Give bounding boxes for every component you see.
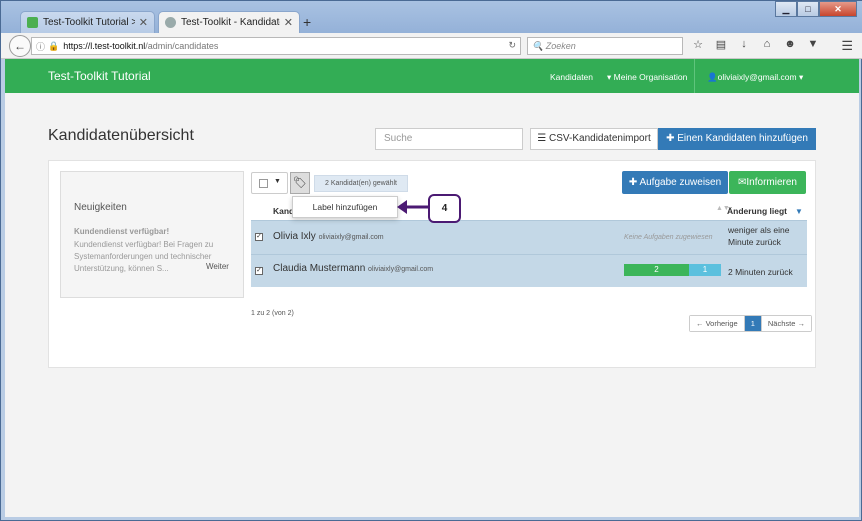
candidates-panel: Neuigkeiten Kundendienst verfügbar! Kund… bbox=[48, 160, 816, 368]
assign-label: Aufgabe zuweisen bbox=[639, 177, 722, 188]
close-icon[interactable]: ✕ bbox=[139, 16, 148, 29]
csv-label: CSV-Kandidatenimport bbox=[549, 133, 651, 144]
close-icon[interactable]: ✕ bbox=[284, 16, 293, 29]
candidate-name[interactable]: Claudia Mustermann oliviaixly@gmail.com bbox=[273, 263, 433, 274]
tab-label: Test-Toolkit - Kandidatenü… bbox=[181, 17, 280, 28]
selection-count: 2 Kandidat(en) gewählt bbox=[314, 175, 408, 192]
sort-desc-icon[interactable]: ▼ bbox=[795, 207, 803, 216]
news-title: Neuigkeiten bbox=[74, 202, 127, 213]
url-bar[interactable]: ⓘ 🔒 https://l.test-toolkit.nl/admin/cand… bbox=[31, 37, 521, 55]
row-checkbox[interactable]: ✓ bbox=[255, 233, 263, 241]
list-icon: ☰ bbox=[537, 133, 547, 144]
table-row[interactable]: ✓ Olivia Ixly oliviaixly@gmail.com Keine… bbox=[251, 220, 807, 254]
column-header-change[interactable]: Änderung liegt bbox=[727, 206, 787, 216]
nav-toolbar: ← ⓘ 🔒 https://l.test-toolkit.nl/admin/ca… bbox=[1, 33, 862, 59]
news-more-link[interactable]: Weiter bbox=[206, 262, 229, 271]
table-row[interactable]: ✓ Claudia Mustermann oliviaixly@gmail.co… bbox=[251, 254, 807, 287]
pagination-summary: 1 zu 2 (von 2) bbox=[251, 310, 294, 317]
browser-search-input[interactable]: 🔍 Zoeken bbox=[527, 37, 683, 55]
pagination: ← Vorherige 1 Nächste → bbox=[689, 315, 812, 332]
progress-completed: 2 bbox=[624, 264, 689, 276]
inform-button[interactable]: ✉Informieren bbox=[729, 171, 806, 194]
candidate-email: oliviaixly@gmail.com bbox=[318, 234, 384, 241]
tab-strip: Test-Toolkit Tutorial > Ixly ✕ Test-Tool… bbox=[1, 1, 862, 33]
change-time: 2 Minuten zurück bbox=[728, 267, 793, 277]
plus-icon: ✚ bbox=[628, 177, 638, 188]
select-all-checkbox[interactable] bbox=[259, 179, 268, 188]
nav-divider bbox=[694, 59, 695, 93]
toolbar-icons: ☆ ▤ ↓ ⌂ ☻ ▼ bbox=[691, 38, 820, 51]
page-icon bbox=[165, 17, 176, 28]
window-close-icon[interactable]: ✕ bbox=[819, 1, 857, 17]
csv-import-button[interactable]: ☰ CSV-Kandidatenimport bbox=[530, 128, 658, 150]
chat-icon[interactable]: ☻ bbox=[783, 38, 797, 51]
next-page-button[interactable]: Nächste → bbox=[761, 316, 811, 331]
nav-kandidaten[interactable]: Kandidaten bbox=[550, 72, 593, 82]
plus-icon: ✚ bbox=[666, 133, 675, 144]
reload-icon[interactable]: ↻ bbox=[508, 40, 516, 51]
prev-page-button[interactable]: ← Vorherige bbox=[690, 316, 744, 331]
user-menu[interactable]: 👤oliviaixly@gmail.com ▾ bbox=[707, 72, 803, 83]
maximize-icon[interactable]: □ bbox=[797, 1, 819, 17]
minimize-icon[interactable]: ▁ bbox=[775, 1, 797, 17]
url-path: /admin/candidates bbox=[145, 41, 219, 51]
tab-ixly[interactable]: Test-Toolkit Tutorial > Ixly ✕ bbox=[20, 11, 155, 33]
download-icon[interactable]: ↓ bbox=[737, 38, 751, 51]
web-page: Test-Toolkit Tutorial Kandidaten ▾ Meine… bbox=[5, 59, 859, 517]
select-all-dropdown[interactable]: ▼ bbox=[251, 172, 288, 194]
add-label-menu-item[interactable]: Label hinzufügen bbox=[313, 202, 378, 212]
add-label: Einen Kandidaten hinzufügen bbox=[677, 133, 808, 144]
new-tab-icon[interactable]: + bbox=[303, 14, 311, 30]
tag-dropdown-menu: Label hinzufügen bbox=[292, 196, 398, 218]
window-controls: ▁ □ ✕ bbox=[775, 1, 857, 17]
info-icon[interactable]: ⓘ bbox=[36, 40, 45, 53]
news-headline: Kundendienst verfügbar! bbox=[74, 227, 170, 236]
step-callout: 4 bbox=[428, 194, 461, 223]
home-icon[interactable]: ⌂ bbox=[760, 38, 774, 51]
nav-organisation[interactable]: ▾ Meine Organisation bbox=[607, 72, 687, 83]
page-title: Kandidatenübersicht bbox=[48, 127, 194, 144]
callout-arrow bbox=[397, 200, 430, 214]
tag-icon: 🏷 bbox=[293, 177, 307, 189]
name-text: Claudia Mustermann bbox=[273, 263, 366, 274]
clipboard-icon[interactable]: ▤ bbox=[714, 38, 728, 51]
task-status: Keine Aufgaben zugewiesen bbox=[624, 234, 713, 241]
change-time: weniger als eine Minute zurück bbox=[728, 225, 790, 247]
lock-icon: 🔒 bbox=[48, 40, 60, 51]
progress-open: 1 bbox=[689, 264, 721, 276]
search-placeholder: Zoeken bbox=[545, 41, 576, 51]
menu-icon[interactable]: ☰ bbox=[841, 38, 853, 54]
add-candidate-button[interactable]: ✚ Einen Kandidaten hinzufügen bbox=[658, 128, 816, 150]
page-1-button[interactable]: 1 bbox=[743, 316, 762, 331]
ixly-icon bbox=[27, 17, 38, 28]
candidate-search-input[interactable]: Suche bbox=[375, 128, 523, 150]
tab-kandidaten[interactable]: Test-Toolkit - Kandidatenü… ✕ bbox=[158, 11, 300, 33]
news-body: Kundendienst verfügbar! Bei Fragen zu Sy… bbox=[74, 240, 214, 273]
search-placeholder: Suche bbox=[384, 133, 413, 144]
browser-window: Test-Toolkit Tutorial > Ixly ✕ Test-Tool… bbox=[0, 0, 862, 521]
app-navbar: Test-Toolkit Tutorial Kandidaten ▾ Meine… bbox=[5, 59, 859, 93]
tab-label: Test-Toolkit Tutorial > Ixly bbox=[43, 17, 135, 28]
row-checkbox[interactable]: ✓ bbox=[255, 267, 263, 275]
bookmark-star-icon[interactable]: ☆ bbox=[691, 38, 705, 51]
candidate-name[interactable]: Olivia Ixly oliviaixly@gmail.com bbox=[273, 231, 384, 242]
assign-task-button[interactable]: ✚ Aufgabe zuweisen bbox=[622, 171, 728, 194]
pocket-icon[interactable]: ▼ bbox=[806, 38, 820, 51]
inform-label: Informieren bbox=[746, 177, 797, 188]
nav-org-label: Meine Organisation bbox=[613, 72, 688, 82]
name-text: Olivia Ixly bbox=[273, 231, 316, 242]
tag-button[interactable]: 🏷 bbox=[290, 172, 310, 194]
back-icon[interactable]: ← bbox=[9, 35, 31, 57]
brand-link[interactable]: Test-Toolkit Tutorial bbox=[48, 69, 151, 83]
caret-down-icon: ▼ bbox=[274, 178, 281, 185]
task-progress-bar: 2 1 bbox=[624, 264, 721, 276]
user-email: oliviaixly@gmail.com bbox=[717, 72, 797, 82]
candidate-email: oliviaixly@gmail.com bbox=[368, 266, 434, 273]
url-host: https://l.test-toolkit.nl bbox=[63, 41, 146, 51]
news-box: Neuigkeiten Kundendienst verfügbar! Kund… bbox=[60, 171, 244, 298]
